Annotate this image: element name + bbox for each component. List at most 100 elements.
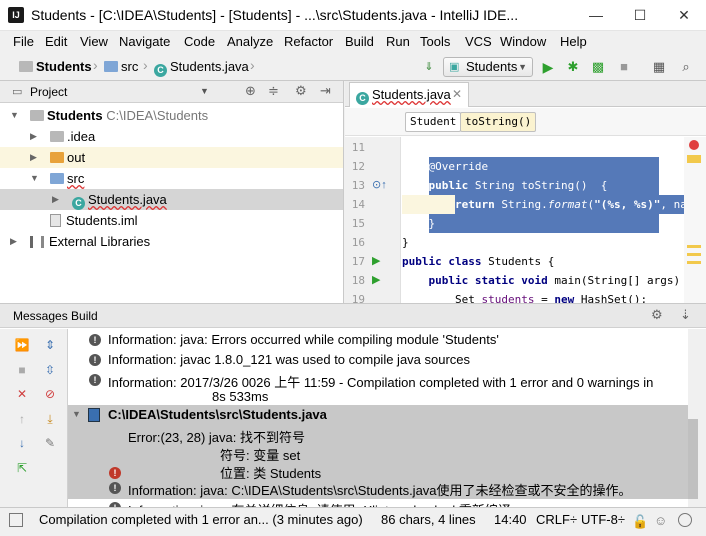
status-caret-position[interactable]: 14:40 bbox=[494, 512, 527, 527]
menu-tools[interactable]: Tools bbox=[420, 34, 450, 49]
tree-item-idea[interactable]: ▶ .idea bbox=[0, 126, 343, 147]
expanded-arrow-icon[interactable]: ▼ bbox=[72, 409, 81, 419]
collapsed-arrow-icon[interactable]: ▶ bbox=[30, 147, 37, 168]
collapsed-arrow-icon[interactable]: ▶ bbox=[10, 231, 17, 252]
warning-marker[interactable] bbox=[687, 155, 701, 163]
scrollbar-thumb[interactable] bbox=[688, 419, 698, 499]
collapsed-arrow-icon[interactable]: ▶ bbox=[52, 189, 59, 210]
menu-window[interactable]: Window bbox=[500, 34, 546, 49]
expanded-arrow-icon[interactable]: ▼ bbox=[10, 105, 19, 126]
code-line[interactable]: } bbox=[402, 233, 684, 252]
menu-build[interactable]: Build bbox=[345, 34, 374, 49]
maximize-button[interactable]: ☐ bbox=[618, 0, 662, 30]
crumb-project[interactable]: Students bbox=[19, 59, 92, 74]
run-class-icon[interactable]: ▶ bbox=[372, 254, 380, 267]
code-line[interactable]: Set students = new HashSet(); bbox=[402, 290, 684, 303]
override-marker-icon[interactable]: ⊙↑ bbox=[372, 178, 387, 191]
code-line[interactable]: public class Students { bbox=[402, 252, 684, 271]
collapse-all-icon[interactable]: ⇳ bbox=[42, 362, 58, 378]
status-line-separator[interactable]: CRLF÷ bbox=[536, 512, 577, 527]
debug-icon[interactable]: ✱ bbox=[564, 58, 582, 76]
settings-wrench-icon[interactable]: ✎ bbox=[42, 435, 58, 451]
run-icon[interactable]: ▶ bbox=[539, 58, 557, 76]
stop-icon[interactable]: ■ bbox=[615, 58, 633, 76]
collapsed-arrow-icon[interactable]: ▶ bbox=[30, 126, 37, 147]
warning-marker[interactable] bbox=[687, 245, 701, 248]
code-line[interactable]: @Override bbox=[402, 157, 684, 176]
menu-code[interactable]: Code bbox=[184, 34, 215, 49]
message-info[interactable]: ! Information: 2017/3/26 0026 上午 11:59 -… bbox=[68, 371, 688, 407]
menu-help[interactable]: Help bbox=[560, 34, 587, 49]
gear-icon[interactable]: ⚙ bbox=[651, 307, 663, 323]
minimize-button[interactable]: — bbox=[574, 0, 618, 30]
event-log-icon[interactable] bbox=[678, 513, 692, 527]
scroll-from-source-icon[interactable]: ⊕ bbox=[245, 83, 256, 99]
expand-all-icon[interactable]: ⇕ bbox=[42, 337, 58, 353]
build-icon[interactable]: ⇓ bbox=[420, 58, 438, 76]
crumb-file[interactable]: C Students.java bbox=[154, 59, 249, 77]
message-file-group[interactable]: ▼ C:\IDEA\Students\src\Students.java bbox=[68, 405, 688, 425]
menu-view[interactable]: View bbox=[80, 34, 108, 49]
window-title: Students - [C:\IDEA\Students] - [Student… bbox=[31, 7, 519, 23]
menu-navigate[interactable]: Navigate bbox=[119, 34, 170, 49]
menu-edit[interactable]: Edit bbox=[45, 34, 67, 49]
tree-item-students-iml[interactable]: Students.iml bbox=[0, 210, 343, 231]
code-line[interactable]: public static void main(String[] args) { bbox=[402, 271, 684, 290]
crumb-method-tostring[interactable]: toString() bbox=[460, 112, 537, 132]
rerun-icon[interactable]: ⏩ bbox=[14, 337, 30, 353]
tree-item-students-java[interactable]: ▶ C Students.java bbox=[0, 189, 343, 210]
run-configuration-select[interactable]: ▣ Students ▼ bbox=[443, 57, 533, 77]
messages-scrollbar[interactable] bbox=[688, 329, 706, 508]
crumb-src[interactable]: src bbox=[104, 59, 138, 74]
tree-item-students-project[interactable]: ▼ Students C:\IDEA\Students bbox=[0, 105, 343, 126]
close-tab-icon[interactable]: ✕ bbox=[452, 87, 462, 101]
error-indicator-icon[interactable] bbox=[689, 140, 699, 150]
search-icon[interactable]: ⌕ bbox=[677, 58, 695, 76]
chevron-down-icon[interactable]: ▼ bbox=[200, 86, 209, 96]
next-message-icon[interactable]: ↓ bbox=[14, 435, 30, 451]
run-method-icon[interactable]: ▶ bbox=[372, 273, 380, 286]
project-structure-icon[interactable]: ▦ bbox=[650, 58, 668, 76]
message-info[interactable]: ! Information: java: Errors occurred whi… bbox=[68, 331, 688, 351]
menu-vcs[interactable]: VCS bbox=[465, 34, 492, 49]
tree-item-out[interactable]: ▶ out bbox=[0, 147, 343, 168]
tree-item-external-libraries[interactable]: ▶ External Libraries bbox=[0, 231, 343, 252]
message-info[interactable]: ! Information: java: C:\IDEA\Students\sr… bbox=[68, 479, 688, 499]
warning-marker[interactable] bbox=[687, 261, 701, 264]
menu-run[interactable]: Run bbox=[386, 34, 410, 49]
code-line[interactable] bbox=[402, 138, 684, 157]
expanded-arrow-icon[interactable]: ▼ bbox=[30, 168, 39, 189]
inspector-icon[interactable]: ☺ bbox=[654, 513, 667, 528]
stop-icon[interactable]: ■ bbox=[14, 362, 30, 378]
collapse-all-icon[interactable]: ≑ bbox=[268, 83, 279, 99]
tree-item-src[interactable]: ▼ src bbox=[0, 168, 343, 189]
status-encoding[interactable]: UTF-8÷ bbox=[581, 512, 625, 527]
tool-windows-icon[interactable] bbox=[9, 513, 23, 527]
autoscroll-icon[interactable]: ⇱ bbox=[14, 460, 30, 476]
project-view-select[interactable]: Project bbox=[30, 85, 67, 99]
tab-students-java[interactable]: C Students.java ✕ bbox=[349, 82, 469, 107]
close-window-button[interactable]: ✕ bbox=[662, 0, 706, 30]
code-line[interactable]: } bbox=[402, 214, 684, 233]
status-message[interactable]: Compilation completed with 1 error an...… bbox=[39, 512, 363, 527]
app-config-icon: ▣ bbox=[449, 61, 460, 73]
menu-file[interactable]: File bbox=[13, 34, 34, 49]
code-area[interactable]: @Override public String toString() { ret… bbox=[402, 137, 684, 303]
hide-panel-icon[interactable]: ⇣ bbox=[680, 307, 691, 323]
menu-analyze[interactable]: Analyze bbox=[227, 34, 273, 49]
warning-marker[interactable] bbox=[687, 253, 701, 256]
show-errors-icon[interactable]: ⊘ bbox=[42, 386, 58, 402]
menu-refactor[interactable]: Refactor bbox=[284, 34, 333, 49]
run-with-coverage-icon[interactable]: ▩ bbox=[589, 58, 607, 76]
crumb-class-student[interactable]: Student bbox=[405, 112, 462, 132]
gear-icon[interactable]: ⚙ bbox=[295, 83, 307, 99]
code-line[interactable]: return String.format("(%s, %s)", name bbox=[402, 195, 684, 214]
hide-panel-icon[interactable]: ⇥ bbox=[320, 83, 331, 99]
lock-icon[interactable]: 🔓 bbox=[632, 514, 648, 530]
code-line[interactable]: public String toString() { bbox=[402, 176, 684, 195]
previous-message-icon[interactable]: ↑ bbox=[14, 411, 30, 427]
close-icon[interactable]: ✕ bbox=[14, 386, 30, 402]
editor-gutter: 11 12 13 14 15 16 17 18 19 ⊙↑ ▶ ▶ bbox=[345, 137, 401, 306]
export-icon[interactable]: ⤓ bbox=[42, 411, 58, 427]
message-info[interactable]: ! Information: javac 1.8.0_121 was used … bbox=[68, 351, 688, 371]
